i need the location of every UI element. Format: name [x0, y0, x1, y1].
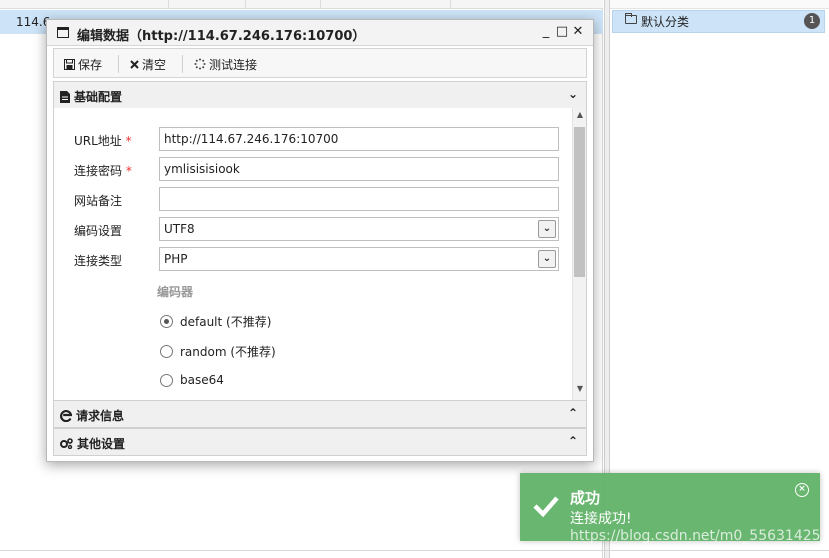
radio-icon[interactable] [160, 373, 173, 387]
encoder-option-random[interactable]: random (不推荐) [160, 343, 276, 360]
password-input[interactable] [159, 157, 559, 181]
column-divider[interactable] [168, 0, 169, 9]
toolbar-separator [182, 55, 183, 73]
dialog-titlebar[interactable]: 编辑数据（http://114.67.246.176:10700） _ □ ✕ [47, 20, 593, 46]
scroll-down-icon[interactable]: ▼ [573, 384, 587, 396]
minimize-button[interactable]: _ [539, 24, 553, 40]
password-label-text: 连接密码 [74, 164, 123, 178]
encoding-select[interactable]: UTF8 ⌄ [159, 217, 559, 241]
category-header [610, 0, 829, 9]
browser-e-icon [60, 409, 72, 422]
radio-selected-icon[interactable] [160, 315, 173, 328]
encoding-label: 编码设置 [74, 224, 123, 238]
basic-config-panel-header[interactable]: 基础配置 ⌄ [53, 81, 587, 109]
chevron-down-icon: ⌄ [567, 87, 578, 101]
scroll-thumb[interactable] [574, 127, 585, 277]
panel-title-wrap: 其他设置 [60, 435, 125, 452]
radio-icon[interactable] [160, 345, 173, 358]
column-divider[interactable] [320, 0, 321, 9]
save-button[interactable]: 保存 [64, 55, 102, 73]
encoder-option-default[interactable]: default (不推荐) [160, 313, 271, 330]
panel-title-wrap: 基础配置 [60, 88, 122, 105]
required-marker: * [125, 164, 132, 178]
url-label-text: URL地址 [74, 134, 122, 148]
type-label: 连接类型 [74, 254, 123, 268]
other-settings-title: 其他设置 [77, 437, 126, 451]
required-marker: * [125, 134, 132, 148]
status-divider [0, 550, 829, 551]
close-button[interactable]: ✕ [571, 24, 585, 40]
encoder-option-label: random (不推荐) [180, 345, 276, 359]
chevron-down-icon: ⌄ [538, 250, 556, 268]
list-header [0, 0, 603, 9]
other-settings-panel-header[interactable]: 其他设置 ⌃ [53, 428, 587, 456]
dialog-toolbar: 保存 清空 测试连接 [53, 48, 587, 78]
note-label: 网站备注 [74, 194, 123, 208]
password-label: 连接密码 * [74, 162, 132, 179]
watermark-text: https://blog.csdn.net/m0_55631425 [570, 528, 821, 544]
toast-close-icon[interactable]: × [795, 483, 809, 497]
basic-config-title: 基础配置 [74, 90, 123, 104]
save-label: 保存 [78, 57, 103, 72]
edit-data-dialog: 编辑数据（http://114.67.246.176:10700） _ □ ✕ … [46, 19, 594, 462]
checkmark-icon [533, 496, 559, 518]
save-icon [64, 58, 75, 70]
category-count-badge: 1 [804, 13, 820, 29]
test-connection-label: 测试连接 [209, 57, 258, 72]
chevron-up-icon: ⌃ [567, 406, 578, 420]
column-divider[interactable] [245, 0, 246, 9]
close-x-icon [130, 59, 139, 69]
chevron-up-icon: ⌃ [567, 434, 578, 448]
column-divider[interactable] [450, 0, 451, 9]
encoder-option-base64[interactable]: base64 [160, 373, 224, 387]
form-scrollbar[interactable]: ▲ ▼ [572, 108, 586, 400]
clear-button[interactable]: 清空 [130, 55, 166, 73]
chevron-down-icon: ⌄ [538, 220, 556, 238]
basic-config-form: URL地址 * 连接密码 * 网站备注 编码设置 UTF8 ⌄ 连接类型 PHP… [53, 108, 587, 400]
request-info-panel-header[interactable]: 请求信息 ⌃ [53, 400, 587, 428]
toolbar-separator [118, 55, 119, 73]
url-label: URL地址 * [74, 132, 132, 149]
type-value: PHP [164, 252, 188, 266]
encoding-value: UTF8 [164, 222, 195, 236]
toast-title: 成功 [570, 489, 601, 507]
spinner-icon [194, 58, 206, 70]
gears-icon [60, 438, 73, 449]
dialog-title: 编辑数据（http://114.67.246.176:10700） [77, 29, 366, 44]
window-icon [57, 27, 69, 38]
note-input[interactable] [159, 187, 559, 211]
clear-label: 清空 [142, 57, 167, 72]
toast-message: 连接成功! [570, 511, 632, 527]
encoder-group-label: 编码器 [157, 285, 194, 299]
encoder-option-label: default (不推荐) [180, 315, 272, 329]
scroll-up-icon[interactable]: ▲ [573, 110, 587, 122]
request-info-title: 请求信息 [76, 409, 125, 423]
encoder-option-label: base64 [180, 373, 224, 387]
folder-icon [625, 13, 637, 24]
maximize-button[interactable]: □ [555, 24, 569, 40]
category-label: 默认分类 [641, 15, 690, 29]
document-icon [60, 90, 70, 103]
type-select[interactable]: PHP ⌄ [159, 247, 559, 271]
url-input[interactable] [159, 127, 559, 151]
panel-title-wrap: 请求信息 [60, 407, 124, 424]
test-connection-button[interactable]: 测试连接 [194, 55, 257, 73]
